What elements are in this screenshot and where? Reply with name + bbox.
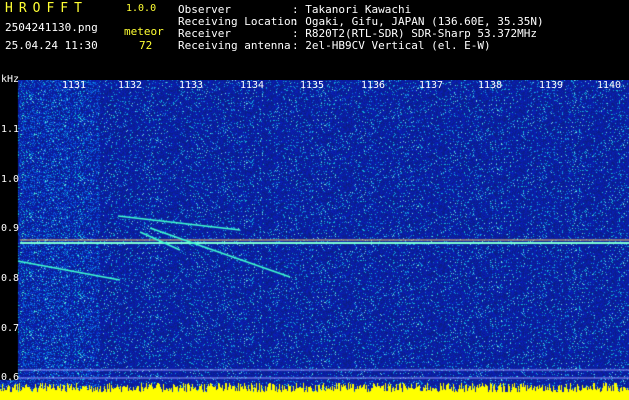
meteor-count: 72	[139, 39, 153, 52]
freq-tick: 0.6	[1, 372, 20, 383]
time-tick: 1137	[419, 80, 444, 91]
spectrogram-canvas	[0, 80, 629, 400]
app-version: 1.0.0	[126, 3, 157, 14]
time-tick: 1138	[478, 80, 503, 91]
time-tick: 1133	[179, 80, 204, 91]
time-tick: 1134	[240, 80, 265, 91]
antenna-label: Receiving antenna	[178, 39, 291, 52]
time-tick: 1131	[62, 80, 87, 91]
freq-tick: 1.1	[1, 124, 20, 135]
unit-label: kHz	[1, 74, 20, 85]
file-name: 2504241130.png	[5, 21, 98, 34]
freq-tick: 0.9	[1, 223, 20, 234]
header-panel: HROFFT 1.0.0 2504241130.png meteor 25.04…	[0, 0, 629, 80]
time-tick: 1132	[118, 80, 143, 91]
time-tick: 1140	[597, 80, 622, 91]
app-name: HROFFT	[5, 1, 88, 16]
freq-tick: 0.8	[1, 273, 20, 284]
time-tick: 1139	[539, 80, 564, 91]
antenna-value: : 2el-HB9CV Vertical (el. E-W)	[292, 39, 491, 52]
time-tick: 1136	[361, 80, 386, 91]
date-time: 25.04.24 11:30	[5, 39, 98, 52]
freq-tick: 1.0	[1, 174, 20, 185]
freq-tick: 0.7	[1, 323, 20, 334]
time-tick: 1135	[300, 80, 325, 91]
meteor-label: meteor	[124, 25, 164, 38]
